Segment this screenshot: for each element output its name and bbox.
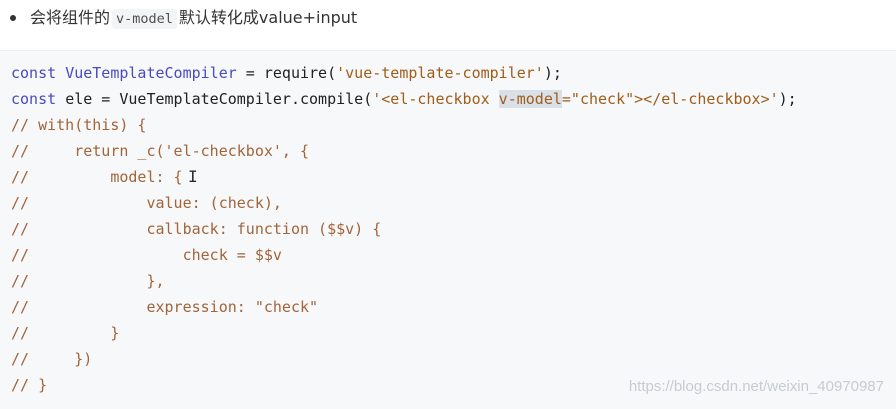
code-line: // check = $$v [11, 242, 896, 268]
code-token: // with(this) { [11, 116, 147, 134]
code-line: // model: { [11, 164, 896, 190]
code-line: // value: (check), [11, 190, 896, 216]
code-token: // model: { [11, 168, 183, 186]
code-block[interactable]: const VueTemplateCompiler = require('vue… [0, 50, 896, 409]
bullet-text: 会将组件的 v-model 默认转化成value+input [30, 7, 357, 29]
code-token: ="check"></el-checkbox>' [561, 90, 779, 108]
code-line: // callback: function ($$v) { [11, 216, 896, 242]
highlighted-token: v-model [498, 90, 562, 108]
code-token: VueTemplateCompiler [65, 64, 237, 82]
code-token: // }, [11, 272, 165, 290]
code-line: // } [11, 320, 896, 346]
text-cursor-icon: I [188, 167, 198, 186]
code-token: 'vue-template-compiler' [336, 64, 544, 82]
inline-code-v-model: v-model [112, 9, 177, 29]
code-token: // expression: "check" [11, 298, 319, 316]
code-line: // }, [11, 268, 896, 294]
code-line: // return _c('el-checkbox', { [11, 138, 896, 164]
code-token: // }) [11, 350, 93, 368]
code-token: ); [543, 64, 562, 82]
code-token: // return _c('el-checkbox', { [11, 142, 310, 160]
code-line: // with(this) { [11, 112, 896, 138]
code-line: // expression: "check" [11, 294, 896, 320]
code-line: const ele = VueTemplateCompiler.compile(… [11, 86, 896, 112]
watermark: https://blog.csdn.net/weixin_40970987 [628, 378, 884, 395]
code-token: // check = $$v [11, 246, 282, 264]
code-line: const VueTemplateCompiler = require('vue… [11, 60, 896, 86]
bullet-text-before: 会将组件的 [30, 8, 111, 27]
code-token: // value: (check), [11, 194, 282, 212]
code-token: const [11, 64, 66, 82]
code-token: const [11, 90, 66, 108]
code-token: = require( [236, 64, 337, 82]
bullet-item: 会将组件的 v-model 默认转化成value+input [0, 0, 896, 40]
code-token: // } [11, 376, 48, 394]
code-token: ele = VueTemplateCompiler.compile( [65, 90, 373, 108]
code-token: ); [778, 90, 797, 108]
bullet-text-after: 默认转化成value+input [178, 8, 358, 27]
code-line: // }) [11, 346, 896, 372]
code-token: // } [11, 324, 120, 342]
code-token: // callback: function ($$v) { [11, 220, 382, 238]
code-token: '<el-checkbox [372, 90, 499, 108]
bullet-dot-icon [10, 15, 16, 21]
